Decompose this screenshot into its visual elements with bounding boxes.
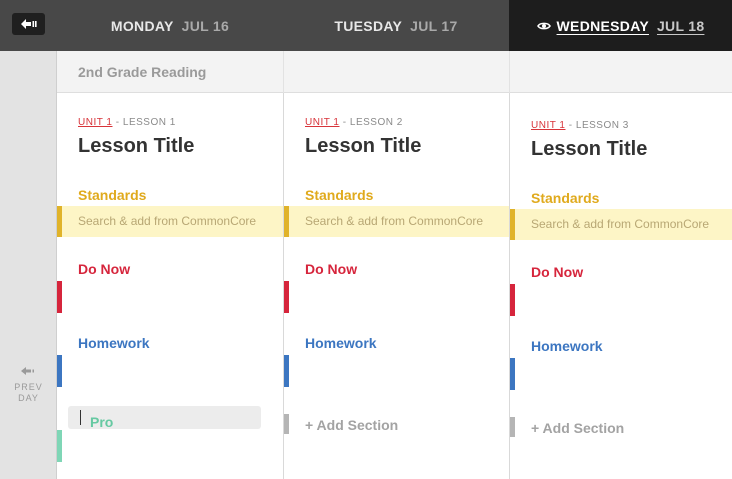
lesson-number: - LESSON 3 [568,120,629,131]
day-header: MONDAY JUL 16 TUESDAY JUL 17 WEDNESDAY J… [57,0,732,51]
add-section-marker [510,417,515,437]
standards-placeholder: Search & add from CommonCore [531,217,710,231]
prev-day-label-1: PREV [14,382,43,392]
day-date: JUL 16 [181,17,230,34]
standards-search-field[interactable]: Search & add from CommonCore [57,206,283,237]
homework-label: Homework [305,335,377,351]
prev-day-label-2: DAY [18,393,39,403]
day-name: WEDNESDAY [556,17,649,34]
new-section-content-area[interactable] [57,430,62,462]
text-caret [80,410,81,425]
standards-search-field[interactable]: Search & add from CommonCore [284,206,509,237]
unit-link[interactable]: UNIT 1 [78,117,113,128]
day-header-monday[interactable]: MONDAY JUL 16 [57,0,283,51]
lesson-title[interactable]: Lesson Title [305,135,421,158]
standards-search-field[interactable]: Search & add from CommonCore [510,209,732,240]
unit-lesson-line: UNIT 1 - LESSON 1 [78,117,176,128]
lesson-column-wednesday: UNIT 1 - LESSON 3 Lesson Title Standards… [510,93,732,479]
do-now-label: Do Now [78,261,131,277]
day-name: MONDAY [110,17,174,34]
homework-content-area[interactable] [510,358,515,390]
day-header-wednesday[interactable]: WEDNESDAY JUL 18 [509,0,732,51]
homework-label: Homework [78,335,150,351]
class-row: 2nd Grade Reading [57,51,732,93]
arrow-left-bar-icon [20,19,37,29]
unit-link[interactable]: UNIT 1 [305,117,340,128]
standards-label: Standards [305,187,374,203]
standards-label: Standards [531,190,600,206]
do-now-label: Do Now [305,261,358,277]
lesson-number: - LESSON 2 [342,117,403,128]
add-section-button[interactable]: + Add Section [305,417,398,433]
lesson-column-tuesday: UNIT 1 - LESSON 2 Lesson Title Standards… [284,93,509,479]
unit-link[interactable]: UNIT 1 [531,120,566,131]
new-section-input[interactable]: Pro [68,406,261,430]
lesson-column-monday: UNIT 1 - LESSON 1 Lesson Title Standards… [57,93,283,479]
lesson-title[interactable]: Lesson Title [78,135,194,158]
homework-label: Homework [531,338,603,354]
lesson-number: - LESSON 1 [115,117,176,128]
add-section-marker [284,414,289,434]
eye-icon [536,22,551,29]
do-now-label: Do Now [531,264,584,280]
collapse-sidebar-button[interactable] [12,13,45,35]
do-now-content-area[interactable] [510,284,515,316]
unit-lesson-line: UNIT 1 - LESSON 3 [531,120,629,131]
homework-content-area[interactable] [57,355,62,387]
left-rail: PREV DAY [0,0,57,479]
class-name[interactable]: 2nd Grade Reading [78,64,206,80]
rail-top [0,0,57,51]
day-date: JUL 18 [656,17,705,34]
day-name: TUESDAY [334,17,403,34]
do-now-content-area[interactable] [57,281,62,313]
lesson-title[interactable]: Lesson Title [531,138,647,161]
prev-day-button[interactable]: PREV DAY [0,366,57,404]
standards-placeholder: Search & add from CommonCore [305,214,484,228]
standards-placeholder: Search & add from CommonCore [78,214,257,228]
unit-lesson-line: UNIT 1 - LESSON 2 [305,117,403,128]
divider [509,51,510,93]
homework-content-area[interactable] [284,355,289,387]
arrow-left-icon [20,367,34,375]
standards-label: Standards [78,187,147,203]
day-header-tuesday[interactable]: TUESDAY JUL 17 [283,0,509,51]
add-section-button[interactable]: + Add Section [531,420,624,436]
day-date: JUL 17 [410,17,458,34]
do-now-content-area[interactable] [284,281,289,313]
new-section-value: Pro [79,410,113,430]
divider [283,51,284,93]
